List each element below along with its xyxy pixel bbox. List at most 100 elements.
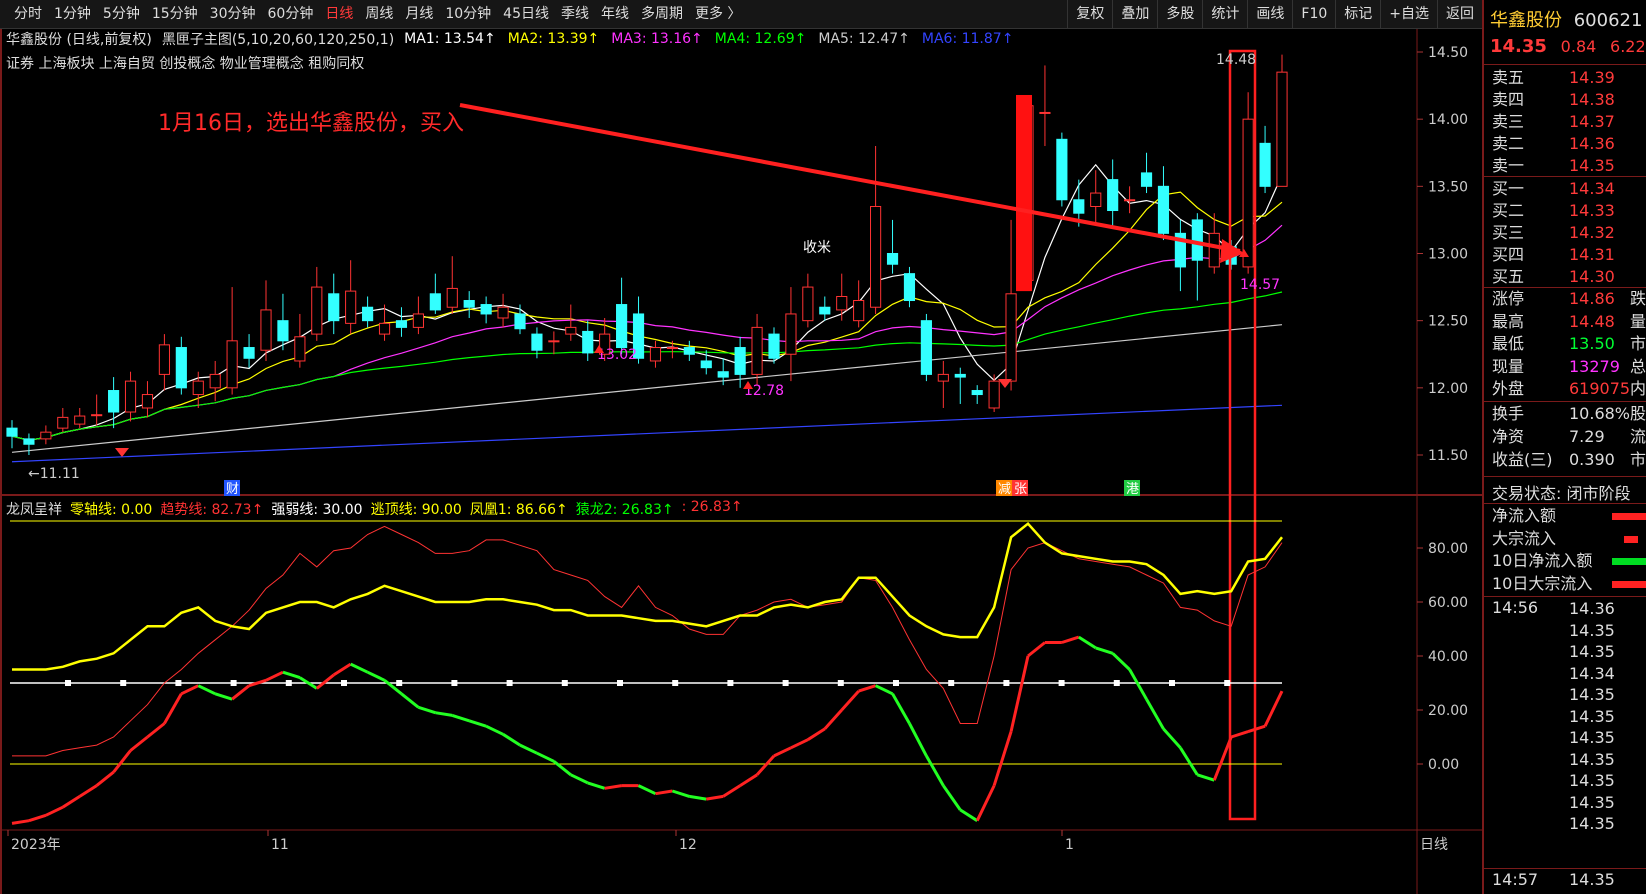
- strength-dot: [1003, 680, 1010, 686]
- dragon-segment: [265, 670, 284, 682]
- dragon-segment: [671, 789, 690, 798]
- toolbar-button[interactable]: +自选: [1380, 0, 1437, 28]
- indicator-name[interactable]: 黑匣子主图(5,10,20,60,120,250,1): [162, 29, 394, 49]
- period-tab[interactable]: 10分钟: [439, 0, 497, 28]
- bid-row: 买一 14.34: [1484, 178, 1646, 200]
- stat-row: 现量 13279 总: [1484, 356, 1646, 378]
- period-tab[interactable]: 更多 〉: [689, 0, 747, 28]
- concept-tags: 证券 上海板块 上海自贸 创投概念 物业管理概念 租购同权: [6, 56, 365, 72]
- dragon-segment: [1061, 635, 1080, 644]
- period-tab[interactable]: 15分钟: [146, 0, 204, 28]
- trend-line: [12, 525, 1283, 757]
- tick-row: 14.35: [1484, 684, 1646, 706]
- strength-dot: [782, 680, 789, 686]
- candle-body: [1005, 293, 1017, 382]
- candle-body: [311, 286, 323, 335]
- ask-row-value: 14.36: [1569, 134, 1615, 153]
- sub-legend: 零轴线: 0.00 趋势线: 82.73↑ 强弱线: 30.00 逃顶线: 90.00…: [70, 499, 743, 519]
- low-mark: ←11.11: [28, 466, 80, 482]
- bid-row-label: 买四: [1492, 245, 1525, 264]
- candle-body: [700, 360, 712, 369]
- tick-price: 14.35: [1569, 642, 1615, 661]
- tool-buttons: 复权 叠加 多股 统计 画线 F10 标记 +自选 返回: [1067, 0, 1482, 28]
- strength-dot: [120, 680, 127, 686]
- dragon-segment: [95, 770, 115, 787]
- toolbar-button[interactable]: 叠加: [1112, 0, 1157, 28]
- candle-body: [497, 306, 509, 319]
- strength-dot: [341, 680, 347, 686]
- price-axis-label: 14.50: [1428, 45, 1468, 61]
- bid-row-label: 买三: [1492, 223, 1525, 242]
- candle-body: [649, 347, 662, 362]
- period-tab[interactable]: 多周期: [635, 0, 689, 28]
- period-tab[interactable]: 年线: [595, 0, 635, 28]
- candle-body: [836, 295, 848, 311]
- period-tab[interactable]: 45日线: [497, 0, 555, 28]
- price-axis-label: 11.50: [1428, 448, 1468, 464]
- bid-row: 买三 14.32: [1484, 222, 1646, 244]
- dragon-segment: [908, 722, 928, 757]
- dragon-segment: [975, 784, 996, 822]
- kline-chart[interactable]: 14.50 14.00 13.50 13.00 12.50 12.00 11.50 80.00…: [0, 29, 1482, 894]
- diamond-icon: [998, 379, 1012, 388]
- period-tab[interactable]: 月线: [399, 0, 439, 28]
- tick-price: 14.35: [1569, 728, 1615, 747]
- toolbar-button[interactable]: 多股: [1157, 0, 1202, 28]
- sub-chart-header: 龙凤呈祥 零轴线: 0.00 趋势线: 82.73↑ 强弱线: 30.00 逃顶线: …: [6, 499, 743, 519]
- fin-row-value: 10.68%: [1569, 404, 1631, 423]
- candle-body: [548, 340, 560, 343]
- dragon-segment: [823, 708, 843, 730]
- ask-row-label: 卖二: [1492, 134, 1525, 153]
- period-tab[interactable]: 季线: [555, 0, 595, 28]
- period-tab[interactable]: 周线: [359, 0, 399, 28]
- period-tab[interactable]: 分时: [8, 0, 48, 28]
- ask-row-label: 卖一: [1492, 156, 1525, 175]
- sub-legend-item: 零轴线: 0.00: [70, 502, 153, 518]
- dragon-segment: [1027, 641, 1046, 658]
- strength-dot: [65, 680, 71, 686]
- dragon-segment: [1212, 736, 1233, 781]
- candle-body: [920, 320, 932, 375]
- sub-axis-label: 0.00: [1428, 757, 1459, 773]
- bid-row-label: 买五: [1492, 267, 1525, 286]
- dragon-segment: [451, 713, 470, 723]
- dragon-segment: [45, 805, 64, 817]
- main-chart-header: 华鑫股份 (日线,前复权) 黑匣子主图(5,10,20,60,120,250,1…: [6, 29, 1013, 49]
- ask-row-label: 卖四: [1492, 90, 1525, 109]
- dragon-segment: [146, 722, 166, 739]
- candle-body: [429, 293, 441, 311]
- candle-body: [565, 326, 577, 335]
- dragon-segment: [11, 819, 30, 825]
- event-label: 财: [226, 482, 239, 497]
- ma-line: [11, 191, 1283, 441]
- bid-row: 买五 14.30: [1484, 266, 1646, 288]
- candle-body: [954, 373, 966, 378]
- strength-dot: [617, 680, 623, 686]
- period-tab[interactable]: 5分钟: [97, 0, 146, 28]
- candle-body: [582, 330, 594, 354]
- toolbar-button[interactable]: 标记: [1335, 0, 1380, 28]
- sub-legend-item: 逃顶线: 90.00: [370, 502, 462, 518]
- flow-label: 净流入额: [1492, 506, 1557, 525]
- period-tab[interactable]: 30分钟: [204, 0, 262, 28]
- toolbar-button[interactable]: 返回: [1437, 0, 1482, 28]
- stat-row: 外盘 619075 内: [1484, 378, 1646, 400]
- period-tab[interactable]: 日线: [319, 0, 359, 28]
- toolbar-button[interactable]: 复权: [1067, 0, 1112, 28]
- sub-indicator-name[interactable]: 龙凤呈祥: [6, 499, 62, 519]
- candle-body: [446, 287, 458, 308]
- toolbar-button[interactable]: 画线: [1247, 0, 1292, 28]
- toolbar-button[interactable]: 统计: [1202, 0, 1247, 28]
- dragon-segment: [315, 673, 335, 690]
- candle-body: [903, 273, 916, 302]
- price-axis-label: 13.00: [1428, 247, 1468, 263]
- high-mark: 14.48: [1216, 52, 1256, 68]
- period-tab[interactable]: 1分钟: [48, 0, 97, 28]
- toolbar-button[interactable]: F10: [1292, 0, 1335, 28]
- dragon-segment: [807, 727, 826, 741]
- chart-area[interactable]: 14.50 14.00 13.50 13.00 12.50 12.00 11.50 80.00…: [0, 29, 1482, 894]
- stat-row-extra: 量: [1630, 311, 1646, 331]
- period-tab[interactable]: 60分钟: [262, 0, 320, 28]
- fin-row: 收益(三) 0.390 市: [1484, 449, 1646, 471]
- bid-row-value: 14.33: [1569, 201, 1615, 220]
